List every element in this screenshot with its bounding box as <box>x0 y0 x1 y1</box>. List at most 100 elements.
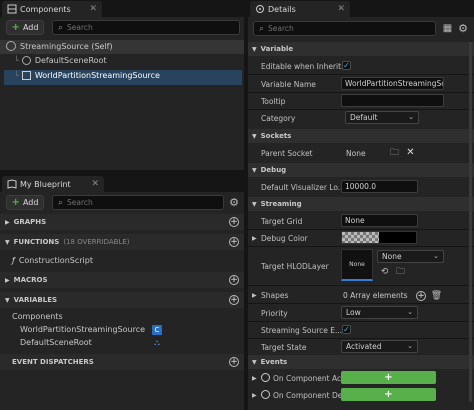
target-hlod-label: Target HLODLayer <box>261 262 329 271</box>
tooltip-field[interactable] <box>341 94 444 107</box>
section-debug[interactable]: ▼ Debug <box>248 163 474 177</box>
event-icon <box>261 390 270 399</box>
category-label: Category <box>261 114 296 123</box>
add-event-activated-button[interactable]: + <box>341 371 436 384</box>
section-streaming[interactable]: ▼ Streaming <box>248 197 474 211</box>
row-divider <box>248 229 474 230</box>
close-icon[interactable]: ✕ <box>337 4 345 14</box>
expand-arrow-icon: ▶ <box>252 375 257 382</box>
details-search-input[interactable]: ⌕ Search <box>253 21 436 36</box>
settings-gear-icon[interactable]: ⚙ <box>228 196 240 209</box>
settings-gear-icon[interactable]: ⚙ <box>457 22 469 35</box>
tree-branch-icon: └ <box>14 71 19 80</box>
variable-label: DefaultSceneRoot <box>20 338 92 347</box>
chevron-down-icon: ⌄ <box>433 252 439 260</box>
blueprint-search-input[interactable]: ⌕ Search <box>52 195 224 210</box>
section-variable[interactable]: ▼ Variable <box>248 42 474 56</box>
parent-socket-label: Parent Socket <box>261 149 313 158</box>
variable-label: WorldPartitionStreamingSource <box>20 325 146 334</box>
variable-item[interactable]: WorldPartitionStreamingSource <box>20 325 145 334</box>
collapse-arrow-icon: ▼ <box>252 200 257 208</box>
variable-item[interactable]: DefaultSceneRoot <box>20 338 92 347</box>
scene-type-icon: ⛬ <box>154 338 160 347</box>
components-group-label: Components <box>12 312 63 321</box>
target-state-combo[interactable]: Activated ⌄ <box>341 340 418 353</box>
function-icon: ƒ <box>12 256 15 265</box>
add-label: Add <box>22 23 39 32</box>
add-component-button[interactable]: + Add <box>6 20 44 35</box>
row-divider <box>248 92 474 93</box>
default-visualizer-field[interactable]: 10000.0 <box>341 180 418 193</box>
priority-combo[interactable]: Low ⌄ <box>341 306 418 319</box>
category-combo[interactable]: Default ⌄ <box>345 111 419 124</box>
variables-components-group[interactable]: Components <box>12 312 63 321</box>
streaming-source-enabled-checkbox[interactable]: ✓ <box>342 325 351 334</box>
functions-label: FUNCTIONS <box>13 238 60 246</box>
target-grid-field[interactable]: None <box>341 214 418 227</box>
components-body: + Add ⌕ Search StreamingSource (Self) └ … <box>0 17 244 170</box>
collapse-arrow-icon: ▼ <box>252 358 257 366</box>
tree-item-label: StreamingSource (Self) <box>20 41 113 51</box>
hlod-combo[interactable]: None ⌄ <box>377 250 444 263</box>
tree-item-self[interactable]: StreamingSource (Self) <box>6 41 113 51</box>
default-visualizer-value: 10000.0 <box>345 182 377 191</box>
add-macro-icon[interactable]: + <box>229 275 239 285</box>
category-value: Default <box>350 113 378 122</box>
graphs-label: GRAPHS <box>13 218 47 226</box>
components-search-input[interactable]: ⌕ Search <box>52 20 240 35</box>
add-variable-icon[interactable]: + <box>229 295 239 305</box>
tree-branch-icon: └ <box>14 56 19 65</box>
target-state-label: Target State <box>261 343 307 352</box>
search-icon: ⌕ <box>58 197 64 208</box>
collapse-arrow-icon: ▼ <box>252 132 257 140</box>
hlod-thumbnail[interactable]: None <box>341 249 373 281</box>
variable-name-field[interactable]: WorldPartitionStreamingSour <box>341 77 444 90</box>
collapse-arrow-icon: ▼ <box>252 45 257 53</box>
close-icon[interactable]: ✕ <box>89 4 97 14</box>
section-variables[interactable]: ▼ VARIABLES <box>0 292 244 308</box>
alpha-checker <box>342 232 379 243</box>
use-selected-icon[interactable]: ⟲ <box>379 266 390 277</box>
section-graphs[interactable]: ▶ GRAPHS <box>0 214 244 230</box>
parent-socket-value: None <box>346 149 366 158</box>
grid-view-icon[interactable]: ▦ <box>442 23 453 34</box>
tab-my-blueprint[interactable]: My Blueprint ✕ <box>2 176 104 192</box>
debug-color-swatch[interactable] <box>341 231 417 244</box>
debug-color-label: Debug Color <box>261 234 308 243</box>
section-events[interactable]: ▼ Events <box>248 355 474 369</box>
section-macros[interactable]: ▶ MACROS <box>0 272 244 288</box>
details-scrollbar[interactable] <box>469 42 472 402</box>
shapes-label: Shapes <box>261 291 289 300</box>
tab-components[interactable]: Components ✕ <box>2 1 102 17</box>
add-event-deactivated-button[interactable]: + <box>341 388 436 401</box>
add-element-icon[interactable]: + <box>416 291 426 301</box>
close-icon[interactable]: ✕ <box>91 179 99 189</box>
clear-icon[interactable]: ✕ <box>405 147 416 158</box>
tab-details[interactable]: Details ✕ <box>250 1 350 17</box>
add-blueprint-button[interactable]: + Add <box>6 195 44 210</box>
section-event-dispatchers[interactable]: EVENT DISPATCHERS <box>0 354 244 370</box>
add-event-dispatcher-icon[interactable]: + <box>229 357 239 367</box>
section-sockets[interactable]: ▼ Sockets <box>248 129 474 143</box>
plus-icon: + <box>11 197 20 208</box>
variable-name-label: Variable Name <box>261 80 316 89</box>
browse-folder-icon[interactable]: 🗀 <box>395 266 406 277</box>
search-icon: ⌕ <box>58 22 64 33</box>
tab-components-label: Components <box>20 4 71 14</box>
browse-folder-icon[interactable]: 🗀 <box>389 147 400 158</box>
section-functions[interactable]: ▼ FUNCTIONS (18 OVERRIDABLE) <box>0 234 244 250</box>
priority-label: Priority <box>261 309 288 318</box>
collapse-arrow-icon: ▼ <box>5 238 10 246</box>
tree-item-streaming-source[interactable]: └ WorldPartitionStreamingSource <box>14 71 160 80</box>
trash-icon[interactable]: 🗑 <box>431 290 442 301</box>
expand-arrow-icon: ▶ <box>5 218 10 226</box>
row-divider <box>248 285 474 286</box>
scene-component-icon <box>21 56 31 65</box>
tree-item-default-scene-root[interactable]: └ DefaultSceneRoot <box>14 56 107 65</box>
variable-name-value: WorldPartitionStreamingSour <box>345 79 444 88</box>
function-construction-script[interactable]: ƒ ConstructionScript <box>12 256 93 265</box>
editable-when-inherited-checkbox[interactable]: ✓ <box>342 61 351 70</box>
add-function-icon[interactable]: + <box>229 237 239 247</box>
add-graph-icon[interactable]: + <box>229 217 239 227</box>
variables-label: VARIABLES <box>13 296 58 304</box>
